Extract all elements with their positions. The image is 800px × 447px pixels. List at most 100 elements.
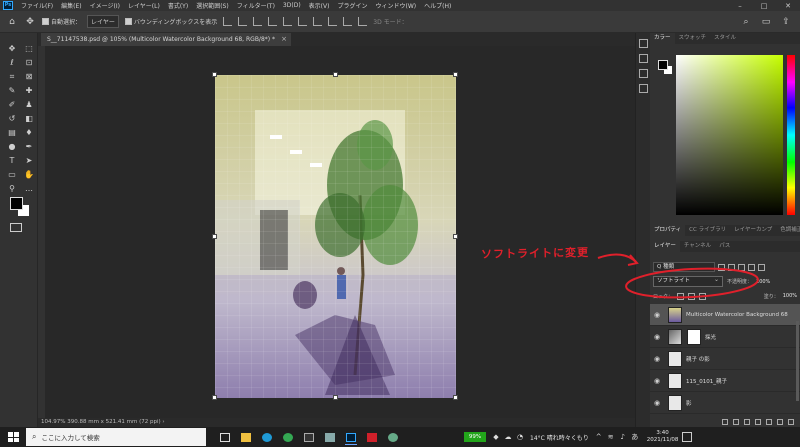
transform-handle[interactable] [333,395,338,400]
eye-icon[interactable]: ◉ [650,333,664,341]
tab-adjustments[interactable]: 色調補正 [776,225,800,236]
chevron-up-icon[interactable]: ^ [595,433,603,441]
foreground-color-swatch[interactable] [658,60,668,70]
blur-tool-icon[interactable]: ♦ [22,126,36,139]
pen-tool-icon[interactable]: ✒ [22,140,36,153]
align-middle-icon[interactable] [283,17,293,26]
distribute-icon[interactable] [358,17,368,26]
home-icon[interactable]: ⌂ [6,16,18,28]
close-icon[interactable]: × [281,33,287,46]
search-icon[interactable]: ⌕ [740,16,752,28]
align-center-icon[interactable] [238,17,248,26]
tab-properties[interactable]: プロパティ [650,225,686,236]
auto-select-checkbox[interactable]: 自動選択： [42,17,81,26]
wifi-icon[interactable]: ≋ [607,433,615,441]
zoom-tool-icon[interactable]: ⚲ [5,182,19,195]
windows-start-button[interactable] [6,430,20,444]
brush-panel-icon[interactable] [638,69,648,78]
type-tool-icon[interactable]: T [5,154,19,167]
eye-icon[interactable]: ◉ [650,311,664,319]
minimize-button[interactable]: – [728,2,752,10]
fx-icon[interactable] [733,419,739,425]
move-tool-icon[interactable]: ✥ [5,42,19,55]
eye-icon[interactable]: ◉ [650,399,664,407]
task-view-icon[interactable] [216,429,234,445]
distribute-icon[interactable] [313,17,323,26]
file-explorer-icon[interactable] [237,429,255,445]
tab-swatches[interactable]: スウォッチ [675,33,711,44]
healing-brush-icon[interactable]: ✚ [22,84,36,97]
dropbox-icon[interactable]: ◆ [492,433,500,441]
menu-window[interactable]: ウィンドウ(W) [371,1,420,10]
dodge-tool-icon[interactable]: ● [5,140,19,153]
cloud-icon[interactable]: ☁ [504,433,512,441]
menu-select[interactable]: 選択範囲(S) [192,1,233,10]
layer-row[interactable]: ◉ 親子 の影 [650,348,800,370]
lock-position-icon[interactable] [688,292,696,300]
app-icon[interactable] [384,429,402,445]
lock-pixels-icon[interactable] [677,292,685,300]
filter-pixel-icon[interactable] [718,263,725,271]
filter-smart-icon[interactable] [758,263,765,271]
tab-color[interactable]: カラー [650,33,675,44]
hue-slider[interactable] [787,55,795,215]
layer-row[interactable]: ◉ 採光 [650,326,800,348]
tab-layer-comps[interactable]: レイヤーカンプ [730,225,776,236]
tab-paths[interactable]: パス [715,241,734,252]
lock-all-icon[interactable] [699,292,707,300]
menu-edit[interactable]: 編集(E) [57,1,85,10]
tab-cc-libraries[interactable]: CC ライブラリ [685,225,730,236]
volume-icon[interactable]: ♪ [619,433,627,441]
layer-kind-filter[interactable]: Q 種類 [653,262,715,272]
mask-icon[interactable] [744,419,750,425]
menu-filter[interactable]: フィルター(T) [233,1,279,10]
object-select-icon[interactable]: ⊡ [22,56,36,69]
workspace-icon[interactable]: ▭ [760,16,772,28]
opacity-value[interactable]: 100% [756,279,770,285]
auto-select-dropdown[interactable]: レイヤー [87,15,119,28]
eye-icon[interactable]: ◉ [650,355,664,363]
align-right-icon[interactable] [253,17,263,26]
distribute-icon[interactable] [343,17,353,26]
layers-scrollbar[interactable] [796,321,799,401]
adjust-panel-icon[interactable] [638,54,648,63]
blend-mode-dropdown[interactable]: ソフトライト [653,275,723,287]
app-icon[interactable] [321,429,339,445]
history-brush-icon[interactable]: ↺ [5,112,19,125]
tab-channels[interactable]: チャンネル [680,241,715,252]
char-panel-icon[interactable] [638,84,648,93]
ime-icon[interactable]: あ [631,433,639,441]
close-button[interactable]: ✕ [776,2,800,10]
crop-tool-icon[interactable]: ⌗ [5,70,19,83]
filter-type-icon[interactable] [738,263,745,271]
align-left-icon[interactable] [223,17,233,26]
terminal-icon[interactable] [300,429,318,445]
new-layer-icon[interactable] [777,419,783,425]
distribute-icon[interactable] [328,17,338,26]
move-tool-icon[interactable]: ✥ [24,16,36,28]
document-tab[interactable]: S__71147538.psd @ 105% (Multicolor Water… [41,33,292,46]
taskbar-search[interactable]: ⌕ ここに入力して検索 [26,428,206,446]
trash-icon[interactable] [788,419,794,425]
history-panel-icon[interactable] [638,39,648,48]
menu-type[interactable]: 書式(Y) [164,1,192,10]
filter-adjust-icon[interactable] [728,263,735,271]
marquee-tool-icon[interactable]: ⬚ [22,42,36,55]
notification-icon[interactable] [682,432,693,442]
document-canvas[interactable] [215,75,456,398]
filter-shape-icon[interactable] [748,263,755,271]
menu-file[interactable]: ファイル(F) [17,1,57,10]
menu-image[interactable]: イメージ(I) [86,1,124,10]
align-bottom-icon[interactable] [298,17,308,26]
menu-help[interactable]: ヘルプ(H) [420,1,455,10]
transform-handle[interactable] [453,395,458,400]
transform-handle[interactable] [333,72,338,77]
menu-layer[interactable]: レイヤー(L) [124,1,164,10]
canvas-area[interactable] [45,46,626,418]
folder-icon[interactable] [766,419,772,425]
tab-layers[interactable]: レイヤー [650,241,680,252]
layer-row[interactable]: ◉ 影 [650,392,800,414]
network-icon[interactable]: ◔ [516,433,524,441]
eraser-tool-icon[interactable]: ◧ [22,112,36,125]
layer-row[interactable]: ◉ Multicolor Watercolor Background 68 [650,304,800,326]
